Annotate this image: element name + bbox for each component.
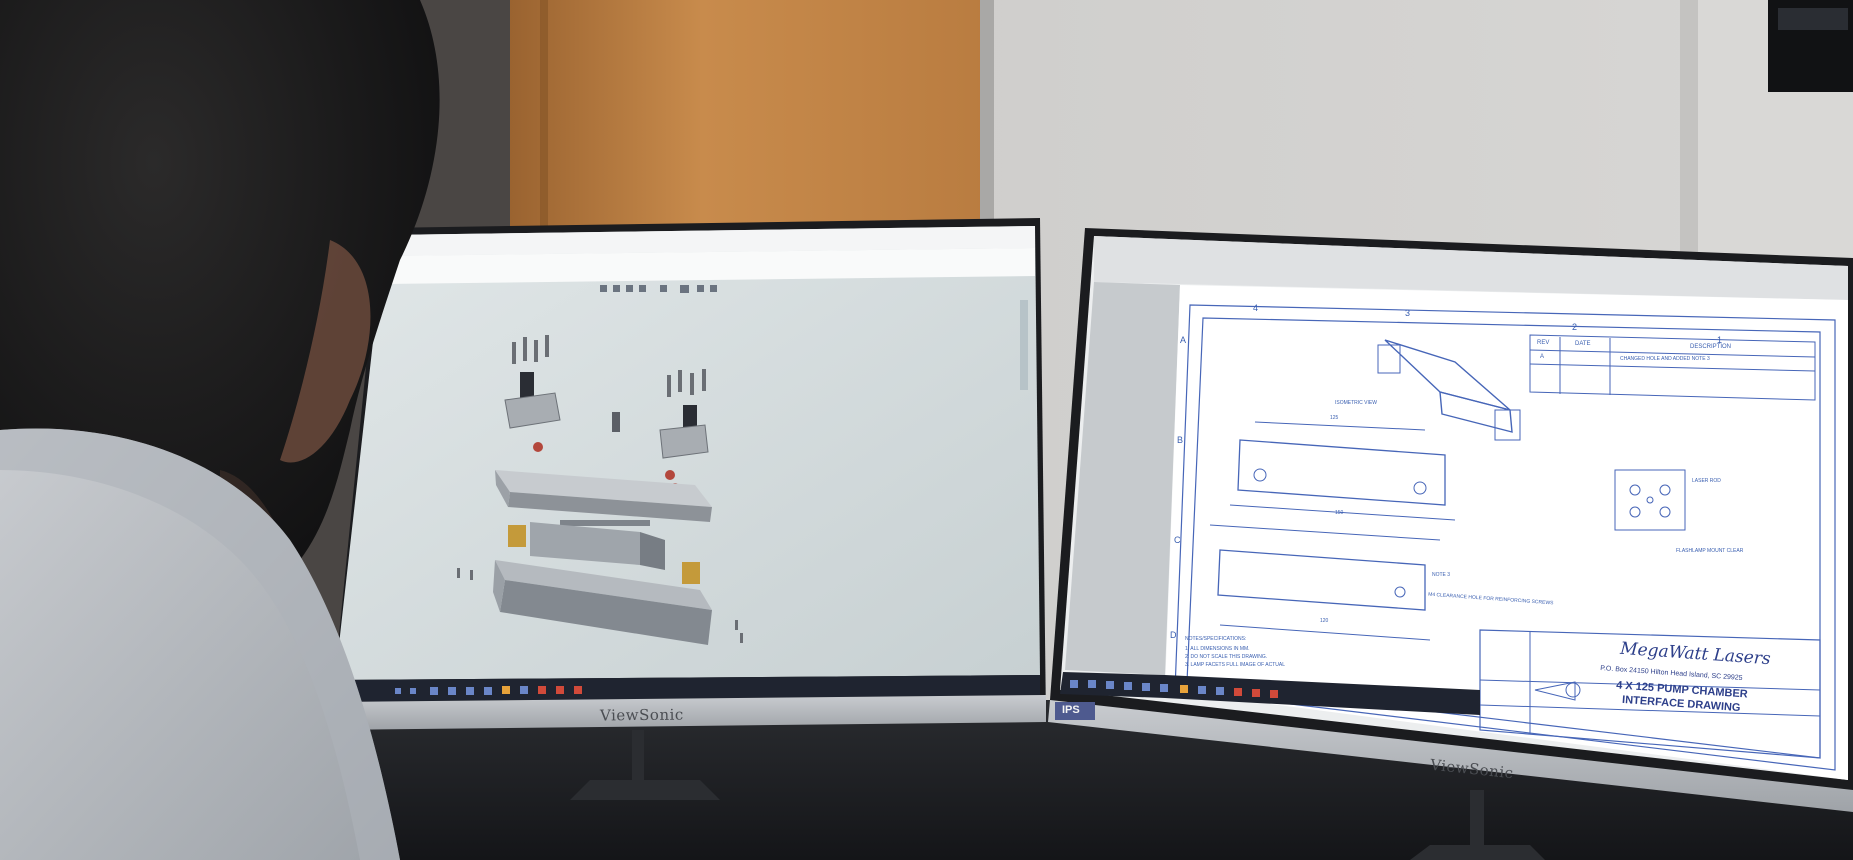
- rev-entry-rev: A: [1540, 354, 1545, 360]
- left-monitor-brand-label: ViewSonic: [599, 705, 684, 725]
- callout-note3: NOTE 3: [1432, 572, 1451, 578]
- dim-120: 120: [1320, 618, 1329, 624]
- drawing-col-label-2: 2: [1572, 322, 1578, 332]
- rev-header-description: DESCRIPTION: [1690, 344, 1732, 350]
- dim-125: 125: [1330, 415, 1339, 421]
- notes-specifications-heading: NOTES/SPECIFICATIONS:: [1185, 636, 1247, 642]
- note-2: 2. DO NOT SCALE THIS DRAWING.: [1185, 654, 1268, 660]
- rev-header-rev: REV: [1537, 340, 1550, 346]
- callout-flashlamp: FLASHLAMP MOUNT CLEAR: [1676, 548, 1744, 554]
- drawing-row-label-c: C: [1174, 535, 1181, 545]
- drawing-row-label-b: B: [1177, 435, 1184, 445]
- callout-laser-rod: LASER ROD: [1692, 478, 1721, 484]
- drawing-col-label-4: 4: [1253, 303, 1259, 313]
- drawing-row-label-d: D: [1170, 630, 1177, 640]
- isometric-view-label: ISOMETRIC VIEW: [1335, 400, 1377, 406]
- rev-entry-description: CHANGED HOLE AND ADDED NOTE 3: [1620, 356, 1710, 362]
- dim-150: 150: [1335, 510, 1344, 516]
- photo-scene: ViewSonic ViewSonic IPS 4 3 2 1 A B C D …: [0, 0, 1853, 860]
- drawing-col-label-3: 3: [1405, 308, 1411, 318]
- scene-graphics: [0, 0, 1853, 860]
- note-3: 3. LAMP FACETS FULL IMAGE OF ACTUAL: [1185, 662, 1286, 668]
- drawing-row-label-a: A: [1180, 335, 1187, 345]
- note-1: 1. ALL DIMENSIONS IN MM.: [1185, 646, 1250, 652]
- ips-badge: IPS: [1062, 704, 1080, 716]
- rev-header-date: DATE: [1575, 341, 1591, 347]
